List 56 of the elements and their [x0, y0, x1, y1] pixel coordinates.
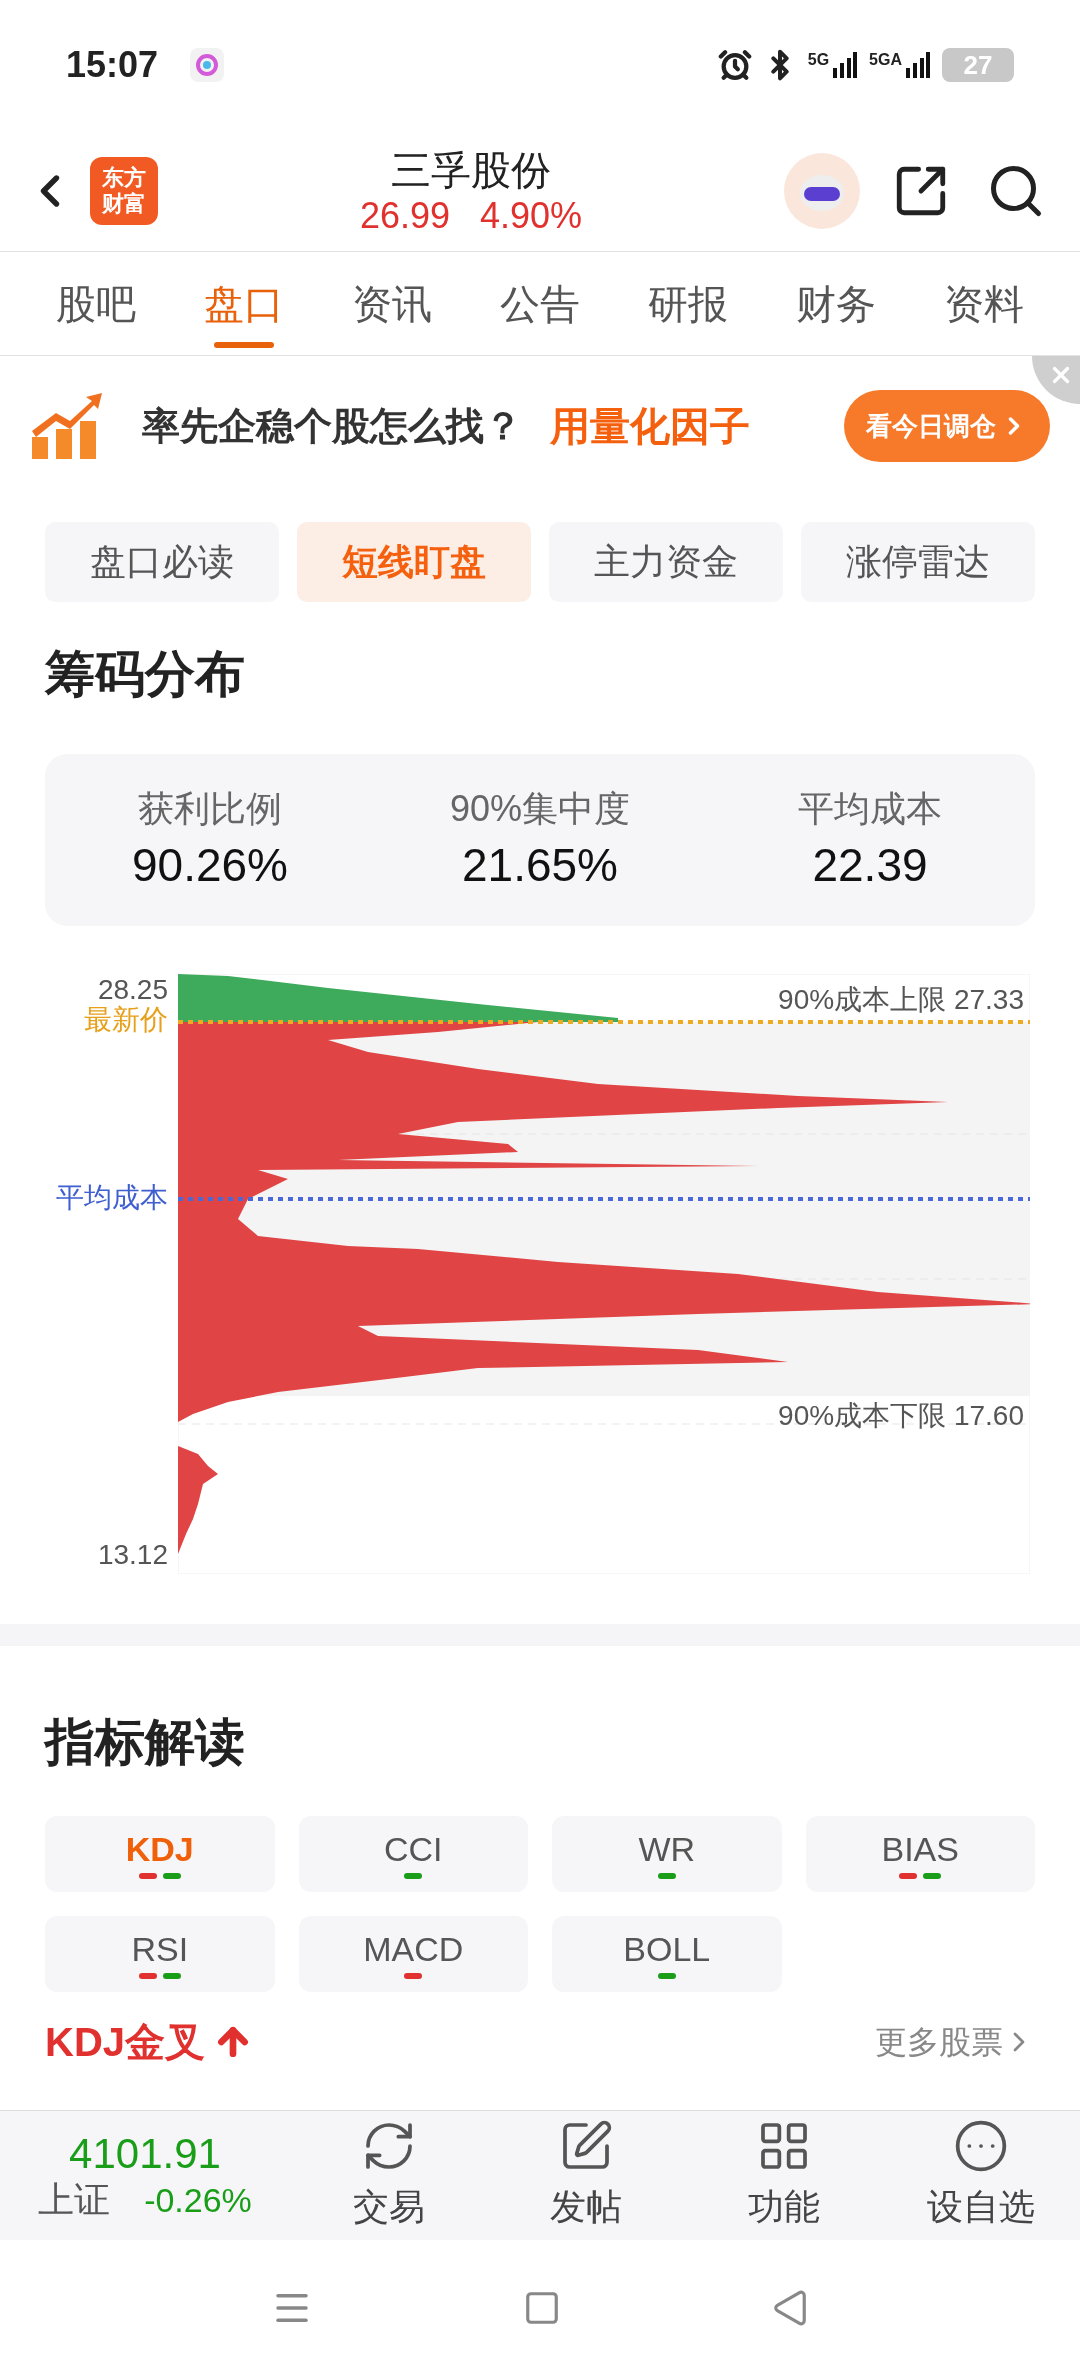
- indicator-tab[interactable]: RSI: [45, 1916, 275, 1992]
- bottom-action[interactable]: 交易: [290, 2117, 488, 2234]
- axis-label: 28.25: [97, 974, 168, 1005]
- tab[interactable]: 财务: [796, 251, 876, 356]
- banner-question: 率先企稳个股怎么找？: [142, 403, 522, 449]
- latest-price-label: 最新价: [84, 1004, 168, 1036]
- signal-bars-icon: [904, 52, 930, 78]
- index-widget[interactable]: 4101.91 上证 -0.26%: [0, 2129, 290, 2222]
- stock-change: 4.90%: [480, 194, 583, 237]
- more-stocks-link[interactable]: 更多股票: [875, 2018, 1035, 2066]
- section-title: 指标解读: [42, 1713, 246, 1772]
- stock-price: 26.99: [359, 194, 450, 237]
- lower-limit-label: 90%成本下限 17.60: [778, 1400, 1024, 1432]
- sub-tab[interactable]: 主力资金: [549, 522, 783, 602]
- tab[interactable]: 研报: [648, 251, 728, 356]
- sub-tab[interactable]: 盘口必读: [45, 522, 279, 602]
- growth-chart-icon: [30, 391, 104, 461]
- bottom-action[interactable]: 功能: [685, 2117, 883, 2234]
- signal-title: KDJ金叉: [45, 2019, 206, 2066]
- network-label: 5G: [807, 52, 830, 68]
- indicator-tab[interactable]: WR: [552, 1816, 782, 1892]
- app-icon: [190, 48, 225, 82]
- alarm-icon: [717, 48, 752, 82]
- stat-label: 90%集中度: [449, 787, 631, 831]
- close-button[interactable]: [1032, 356, 1080, 404]
- home-icon[interactable]: [523, 2289, 561, 2327]
- index-name: 上证: [38, 2177, 111, 2222]
- stat-value: 22.39: [812, 838, 928, 893]
- banner-highlight: 用量化因子: [550, 403, 750, 450]
- axis-label: 13.12: [97, 1539, 168, 1571]
- tab[interactable]: 资讯: [352, 251, 432, 356]
- section-title: 筹码分布: [43, 645, 246, 704]
- tab[interactable]: 资料: [944, 251, 1024, 356]
- stat-value: 21.65%: [462, 838, 618, 893]
- stat-label: 平均成本: [798, 787, 942, 831]
- status-time: 15:07: [66, 43, 159, 87]
- index-change: -0.26%: [144, 2179, 252, 2221]
- tab-underline: [214, 341, 274, 348]
- stat-value: 90.26%: [132, 838, 288, 893]
- upper-limit-label: 90%成本上限 27.33: [778, 984, 1024, 1016]
- indicator-tab[interactable]: CCI: [298, 1816, 528, 1892]
- bottom-action[interactable]: 发帖: [487, 2117, 685, 2234]
- bottom-action[interactable]: 设自选: [882, 2117, 1080, 2234]
- tab[interactable]: 公告: [500, 251, 580, 356]
- stock-name: 三孚股份: [391, 146, 551, 194]
- index-value: 4101.91: [69, 2129, 221, 2178]
- tab[interactable]: 股吧: [56, 251, 136, 356]
- back-nav-icon[interactable]: [771, 2289, 809, 2327]
- sub-tab[interactable]: 涨停雷达: [801, 522, 1035, 602]
- indicator-tab[interactable]: MACD: [298, 1916, 528, 1992]
- average-cost-label: 平均成本: [56, 1182, 168, 1214]
- stat-label: 获利比例: [138, 787, 282, 831]
- network-label: 5GA: [869, 52, 902, 68]
- indicator-tab[interactable]: BIAS: [805, 1816, 1035, 1892]
- signal-bars-icon: [831, 52, 858, 78]
- indicator-tab[interactable]: BOLL: [552, 1916, 782, 1992]
